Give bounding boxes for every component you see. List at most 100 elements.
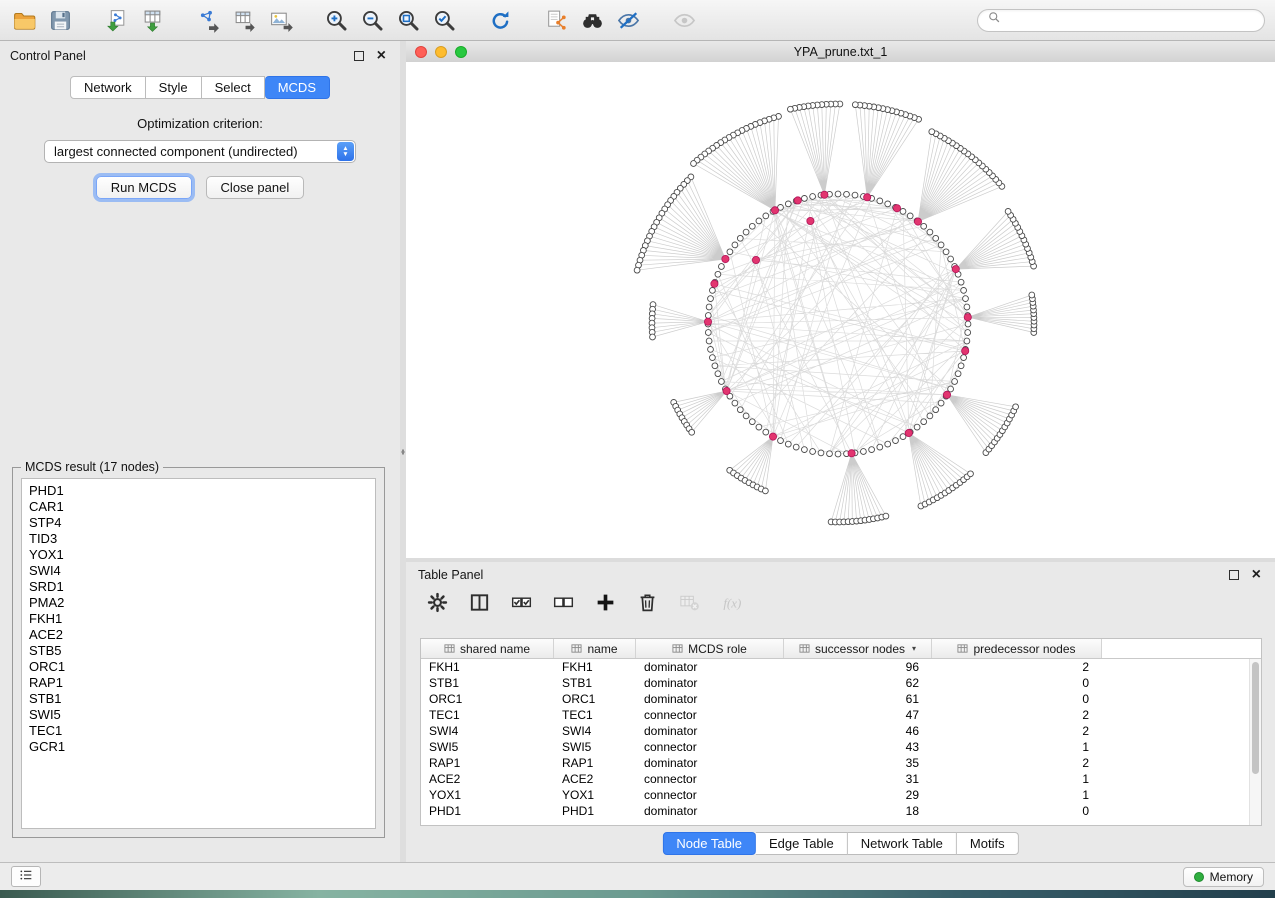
network-node[interactable] [810,449,816,455]
cell-predecessors[interactable]: 2 [932,724,1102,738]
column-header-name[interactable]: name [554,639,636,658]
table-row[interactable]: PHD1PHD1dominator180 [421,803,1250,819]
network-node[interactable] [634,267,640,273]
cell-predecessors[interactable]: 2 [932,756,1102,770]
cell-shared_name[interactable]: ACE2 [421,772,554,786]
cell-shared_name[interactable]: RAP1 [421,756,554,770]
cell-successors[interactable]: 46 [784,724,932,738]
open-session-button[interactable] [10,6,39,35]
mcds-result-item[interactable]: TEC1 [29,723,375,739]
network-node[interactable] [705,330,711,336]
network-node[interactable] [785,201,791,207]
network-node[interactable] [877,198,883,204]
network-node[interactable] [802,196,808,202]
network-node[interactable] [689,429,695,435]
cell-successors[interactable]: 61 [784,692,932,706]
status-menu-button[interactable] [11,866,41,887]
column-header-successors[interactable]: successor nodes▾ [784,639,932,658]
network-node[interactable] [743,229,749,235]
network-node[interactable] [844,191,850,197]
export-image-button[interactable] [266,6,295,35]
network-node[interactable] [927,413,933,419]
refresh-button[interactable] [486,6,515,35]
network-node[interactable] [961,288,967,294]
zoom-fit-button[interactable] [394,6,423,35]
network-node[interactable] [877,444,883,450]
mcds-result-list[interactable]: PHD1CAR1STP4TID3YOX1SWI4SRD1PMA2FKH1ACE2… [21,478,376,829]
column-header-predecessors[interactable]: predecessor nodes [932,639,1102,658]
network-node[interactable] [964,338,970,344]
tab-mcds[interactable]: MCDS [265,76,330,99]
mcds-result-item[interactable]: SWI5 [29,707,375,723]
mcds-result-item[interactable]: STB1 [29,691,375,707]
cell-name[interactable]: TEC1 [554,708,636,722]
cell-role[interactable]: dominator [636,692,784,706]
network-node[interactable] [827,451,833,457]
network-node[interactable] [708,296,714,302]
network-node[interactable] [719,264,725,270]
column-header-shared_name[interactable]: shared name [421,639,554,658]
cell-predecessors[interactable]: 0 [932,676,1102,690]
export-network-button[interactable] [194,6,223,35]
cell-shared_name[interactable]: PHD1 [421,804,554,818]
network-node[interactable] [727,249,733,255]
network-node[interactable] [1013,404,1019,410]
network-node[interactable] [958,279,964,285]
cell-successors[interactable]: 31 [784,772,932,786]
network-node[interactable] [952,379,958,385]
tab-select[interactable]: Select [202,76,265,99]
table-row[interactable]: STB1STB1dominator620 [421,675,1250,691]
network-node[interactable] [921,419,927,425]
network-node[interactable] [943,249,949,255]
tab-network-table[interactable]: Network Table [848,832,957,855]
network-node[interactable] [955,371,961,377]
network-node[interactable] [885,201,891,207]
network-hub-node[interactable] [905,429,912,436]
table-row[interactable]: SWI4SWI4dominator462 [421,723,1250,739]
run-mcds-button[interactable]: Run MCDS [96,176,192,199]
network-node[interactable] [965,330,971,336]
cell-name[interactable]: ORC1 [554,692,636,706]
network-node[interactable] [749,223,755,229]
mcds-result-item[interactable]: CAR1 [29,499,375,515]
cell-successors[interactable]: 47 [784,708,932,722]
network-node[interactable] [756,424,762,430]
table-row[interactable]: TEC1TEC1connector472 [421,707,1250,723]
import-network-button[interactable] [102,6,131,35]
network-node[interactable] [737,235,743,241]
network-hub-node[interactable] [864,194,871,201]
network-node[interactable] [719,379,725,385]
network-hub-node[interactable] [943,391,950,398]
cell-role[interactable]: connector [636,788,784,802]
network-hub-node[interactable] [711,280,718,287]
network-node[interactable] [927,229,933,235]
network-hub-node[interactable] [952,266,959,273]
network-node[interactable] [732,400,738,406]
network-node[interactable] [793,444,799,450]
mcds-result-item[interactable]: STB5 [29,643,375,659]
table-row[interactable]: RAP1RAP1dominator352 [421,755,1250,771]
network-node[interactable] [968,471,974,477]
network-node[interactable] [885,441,891,447]
network-node[interactable] [933,235,939,241]
cell-predecessors[interactable]: 1 [932,740,1102,754]
network-node[interactable] [712,363,718,369]
mcds-result-item[interactable]: SWI4 [29,563,375,579]
cell-predecessors[interactable]: 0 [932,804,1102,818]
search-network-button[interactable] [578,6,607,35]
network-node[interactable] [900,209,906,215]
network-node[interactable] [965,321,971,327]
table-settings-button[interactable] [424,589,451,616]
network-node[interactable] [737,407,743,413]
create-column-button[interactable] [592,589,619,616]
network-node[interactable] [763,429,769,435]
cell-role[interactable]: connector [636,772,784,786]
network-node[interactable] [963,296,969,302]
network-hub-node[interactable] [821,191,828,198]
zoom-selected-button[interactable] [430,6,459,35]
cell-name[interactable]: ACE2 [554,772,636,786]
network-node[interactable] [788,106,794,112]
mcds-result-item[interactable]: TID3 [29,531,375,547]
close-table-panel-icon[interactable]: × [1252,570,1261,580]
network-node[interactable] [749,419,755,425]
